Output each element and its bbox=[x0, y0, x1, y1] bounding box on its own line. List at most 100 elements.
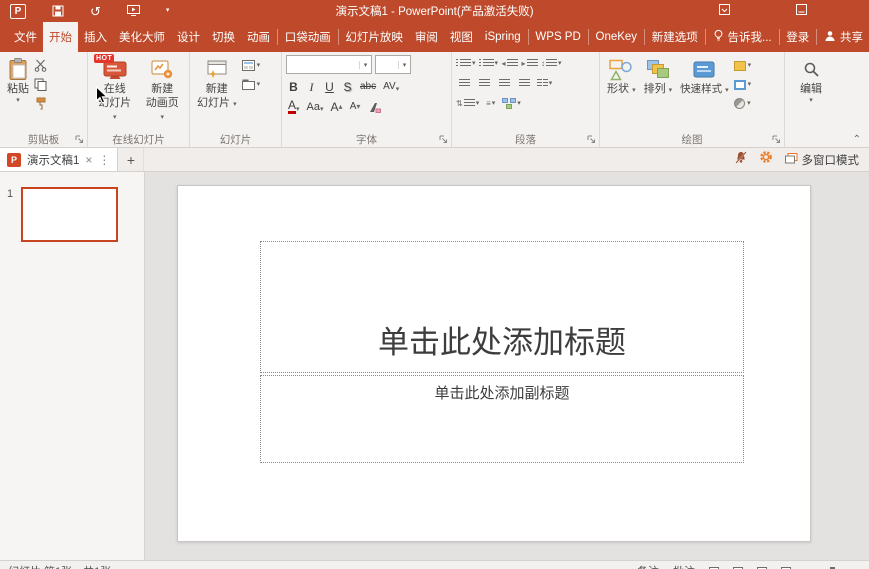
document-tab-menu-icon[interactable]: ⋮ bbox=[98, 153, 110, 167]
justify-button[interactable] bbox=[516, 75, 533, 92]
font-size-combobox[interactable]: ▾ bbox=[375, 55, 411, 74]
line-spacing-button[interactable]: ↕▾ bbox=[541, 55, 562, 72]
settings-gear-icon[interactable] bbox=[759, 150, 773, 169]
login-button[interactable]: 登录 bbox=[780, 22, 815, 52]
font-name-combobox[interactable]: ▾ bbox=[286, 55, 372, 74]
animation-page-label-2: 动画页 ▾ bbox=[143, 97, 183, 123]
new-slide-button[interactable]: 新建 幻灯片 ▾ bbox=[194, 55, 240, 112]
comments-button[interactable]: 批注 bbox=[673, 563, 695, 569]
tab-insert[interactable]: 插入 bbox=[78, 22, 113, 52]
share-button[interactable]: 共享 bbox=[818, 22, 869, 52]
bold-button[interactable]: B bbox=[286, 77, 301, 94]
shape-effects-button[interactable]: ▾ bbox=[734, 96, 752, 111]
slide[interactable]: 单击此处添加标题 单击此处添加副标题 bbox=[177, 185, 811, 542]
character-spacing-button[interactable]: AV▾ bbox=[381, 77, 401, 94]
slide-canvas: 单击此处添加标题 单击此处添加副标题 bbox=[145, 172, 869, 560]
powerpoint-logo: P bbox=[10, 4, 26, 19]
shape-outline-button[interactable]: ▾ bbox=[734, 77, 752, 92]
tab-ispring[interactable]: iSpring bbox=[479, 22, 527, 52]
clear-formatting-button[interactable] bbox=[366, 97, 383, 114]
tab-meihua-dashi[interactable]: 美化大师 bbox=[113, 22, 171, 52]
tab-wps-pd[interactable]: WPS PD bbox=[529, 22, 586, 52]
tab-divider bbox=[528, 29, 529, 45]
quick-access-menu-button[interactable]: ▾ bbox=[166, 3, 170, 19]
save-button[interactable] bbox=[52, 3, 64, 19]
search-icon bbox=[803, 57, 820, 82]
italic-button[interactable]: I bbox=[304, 77, 319, 94]
ribbon-tab-bar: 文件 开始 插入 美化大师 设计 切换 动画 口袋动画 幻灯片放映 审阅 视图 … bbox=[0, 22, 869, 52]
subtitle-placeholder[interactable]: 单击此处添加副标题 bbox=[260, 375, 744, 463]
font-color-button[interactable]: A▾ bbox=[286, 97, 302, 114]
font-dialog-launcher[interactable] bbox=[438, 134, 449, 145]
align-left-button[interactable] bbox=[456, 75, 473, 92]
tab-onekey[interactable]: OneKey bbox=[590, 22, 644, 52]
tab-slideshow[interactable]: 幻灯片放映 bbox=[339, 22, 409, 52]
tab-new-options[interactable]: 新建选项 bbox=[646, 22, 704, 52]
tab-review[interactable]: 审阅 bbox=[409, 22, 444, 52]
tell-me-box[interactable]: 告诉我... bbox=[707, 22, 778, 52]
title-placeholder[interactable]: 单击此处添加标题 bbox=[260, 241, 744, 373]
new-document-tab-button[interactable]: + bbox=[118, 148, 144, 171]
paste-button[interactable]: 粘贴 ▾ bbox=[4, 55, 32, 107]
align-center-button[interactable] bbox=[476, 75, 493, 92]
notifications-muted-icon[interactable] bbox=[735, 151, 747, 169]
columns-button[interactable]: ▾ bbox=[536, 75, 553, 92]
change-case-button[interactable]: Aa▾ bbox=[305, 97, 326, 114]
collapse-ribbon-button[interactable]: ⌃ bbox=[853, 134, 861, 145]
shapes-button[interactable]: 形状 ▾ bbox=[604, 55, 639, 98]
shape-fill-button[interactable]: ▾ bbox=[734, 58, 752, 73]
tab-transitions[interactable]: 切换 bbox=[206, 22, 241, 52]
new-animation-page-button[interactable]: 新建 动画页 ▾ bbox=[140, 55, 186, 126]
arrange-button[interactable]: 排列 ▾ bbox=[641, 55, 676, 98]
cut-button[interactable] bbox=[34, 58, 47, 73]
shapes-icon bbox=[609, 57, 633, 82]
online-slides-button[interactable]: HOT 在线 幻灯片 ▾ bbox=[92, 55, 138, 126]
tab-divider bbox=[705, 29, 706, 45]
text-shadow-button[interactable]: S bbox=[340, 77, 355, 94]
notes-button[interactable]: 备注 bbox=[637, 563, 659, 569]
decrease-indent-button[interactable]: ◂ bbox=[501, 55, 518, 72]
multi-window-mode-button[interactable]: 多窗口模式 bbox=[785, 152, 860, 167]
numbering-button[interactable]: ▾ bbox=[479, 55, 499, 72]
undo-button[interactable]: ↺ bbox=[90, 3, 101, 19]
drawing-dialog-launcher[interactable] bbox=[771, 134, 782, 145]
animation-page-label-1: 新建 bbox=[151, 83, 173, 96]
tab-pocket-animation[interactable]: 口袋动画 bbox=[279, 22, 337, 52]
copy-button[interactable] bbox=[34, 77, 47, 92]
align-text-button[interactable]: ≡▾ bbox=[482, 95, 499, 112]
paste-label: 粘贴 bbox=[7, 83, 29, 96]
slide-thumbnail[interactable] bbox=[21, 187, 118, 242]
tab-divider bbox=[644, 29, 645, 45]
ribbon-display-options-button[interactable] bbox=[719, 2, 730, 20]
dropdown-caret-icon: ▾ bbox=[495, 60, 499, 68]
drawing-group: 形状 ▾ 排列 ▾ 快速样式 ▾ ▾ ▾ ▾ bbox=[600, 52, 785, 147]
grow-font-button[interactable]: A▴ bbox=[329, 97, 345, 114]
document-tab[interactable]: P 演示文稿1 × ⋮ bbox=[0, 148, 118, 171]
start-slideshow-button[interactable] bbox=[127, 3, 140, 19]
tab-file[interactable]: 文件 bbox=[8, 22, 43, 52]
bullets-button[interactable]: ▾ bbox=[456, 55, 476, 72]
convert-smartart-button[interactable]: ▾ bbox=[502, 95, 521, 112]
section-button[interactable]: ▾ bbox=[242, 77, 261, 92]
slides-group-label: 幻灯片 bbox=[220, 132, 252, 147]
format-painter-button[interactable] bbox=[34, 96, 47, 111]
powerpoint-window: P ↺ ▾ 演示文稿1 - PowerPoint(产品激活失败) 文件 开始 插… bbox=[0, 0, 869, 569]
shrink-font-button[interactable]: A▾ bbox=[348, 97, 363, 114]
tab-view[interactable]: 视图 bbox=[444, 22, 479, 52]
tab-animations[interactable]: 动画 bbox=[241, 22, 276, 52]
tab-design[interactable]: 设计 bbox=[171, 22, 206, 52]
text-direction-button[interactable]: ⇅▾ bbox=[456, 95, 479, 112]
clipboard-dialog-launcher[interactable] bbox=[74, 134, 85, 145]
increase-indent-button[interactable]: ▸ bbox=[521, 55, 538, 72]
minimize-button[interactable] bbox=[796, 2, 807, 20]
strikethrough-button[interactable]: abc bbox=[358, 77, 378, 94]
layout-button[interactable]: ▾ bbox=[242, 58, 261, 73]
paragraph-dialog-launcher[interactable] bbox=[586, 134, 597, 145]
underline-button[interactable]: U bbox=[322, 77, 337, 94]
dropdown-caret-icon: ▾ bbox=[476, 100, 480, 108]
quick-styles-button[interactable]: 快速样式 ▾ bbox=[677, 55, 731, 98]
tab-home[interactable]: 开始 bbox=[43, 22, 78, 52]
align-right-button[interactable] bbox=[496, 75, 513, 92]
document-tab-close-icon[interactable]: × bbox=[85, 153, 92, 167]
editing-button[interactable]: 编辑 ▾ bbox=[797, 55, 825, 107]
